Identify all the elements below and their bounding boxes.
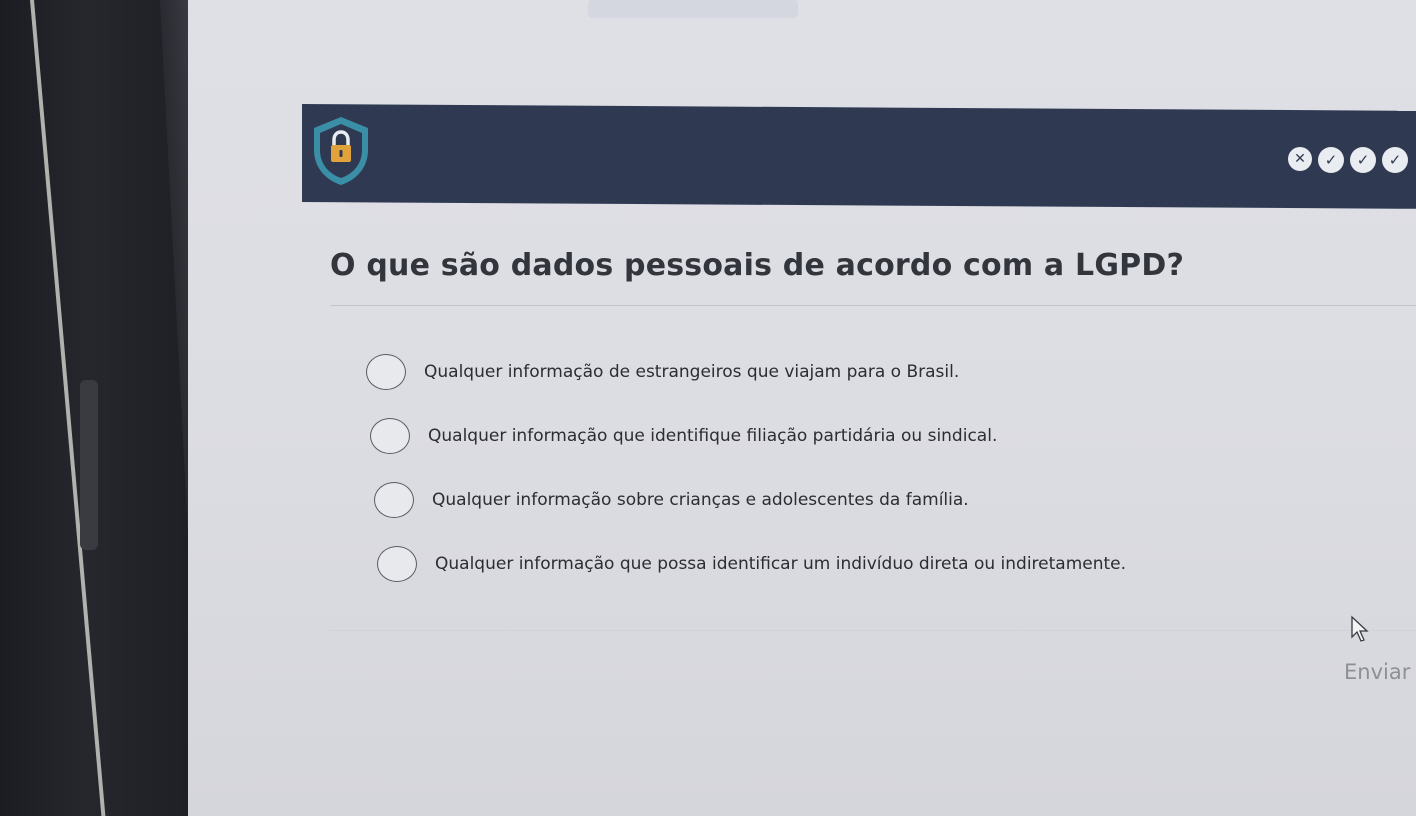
radio-button[interactable]: [374, 482, 414, 518]
radio-button[interactable]: [366, 354, 406, 390]
mouse-cursor-icon: [1351, 615, 1369, 642]
question-text: O que são dados pessoais de acordo com a…: [330, 248, 1185, 283]
answer-label: Qualquer informação que identifique fili…: [428, 426, 998, 446]
progress-correct-icon: ✓: [1350, 147, 1376, 173]
progress-wrong-icon: ✕: [1288, 147, 1312, 171]
answer-options: Qualquer informação de estrangeiros que …: [366, 350, 1126, 606]
shield-lock-icon: [314, 117, 368, 185]
answer-option[interactable]: Qualquer informação de estrangeiros que …: [366, 350, 1126, 394]
answer-option[interactable]: Qualquer informação sobre crianças e ado…: [374, 478, 1126, 522]
radio-button[interactable]: [370, 418, 410, 454]
progress-correct-icon: ✓: [1382, 147, 1408, 173]
divider: [330, 305, 1416, 306]
progress-indicator: ✕ ✓ ✓ ✓: [1288, 147, 1408, 173]
answer-option[interactable]: Qualquer informação que possa identifica…: [377, 542, 1126, 586]
divider: [330, 630, 1416, 631]
quiz-header: [302, 104, 1416, 209]
progress-correct-icon: ✓: [1318, 147, 1344, 173]
blurred-top-element: [588, 0, 798, 18]
answer-label: Qualquer informação de estrangeiros que …: [424, 362, 960, 382]
answer-option[interactable]: Qualquer informação que identifique fili…: [370, 414, 1126, 458]
submit-button[interactable]: Enviar: [1338, 660, 1416, 684]
answer-label: Qualquer informação sobre crianças e ado…: [432, 490, 969, 510]
cable-clip: [80, 380, 98, 550]
answer-label: Qualquer informação que possa identifica…: [435, 554, 1127, 574]
radio-button[interactable]: [377, 546, 417, 582]
